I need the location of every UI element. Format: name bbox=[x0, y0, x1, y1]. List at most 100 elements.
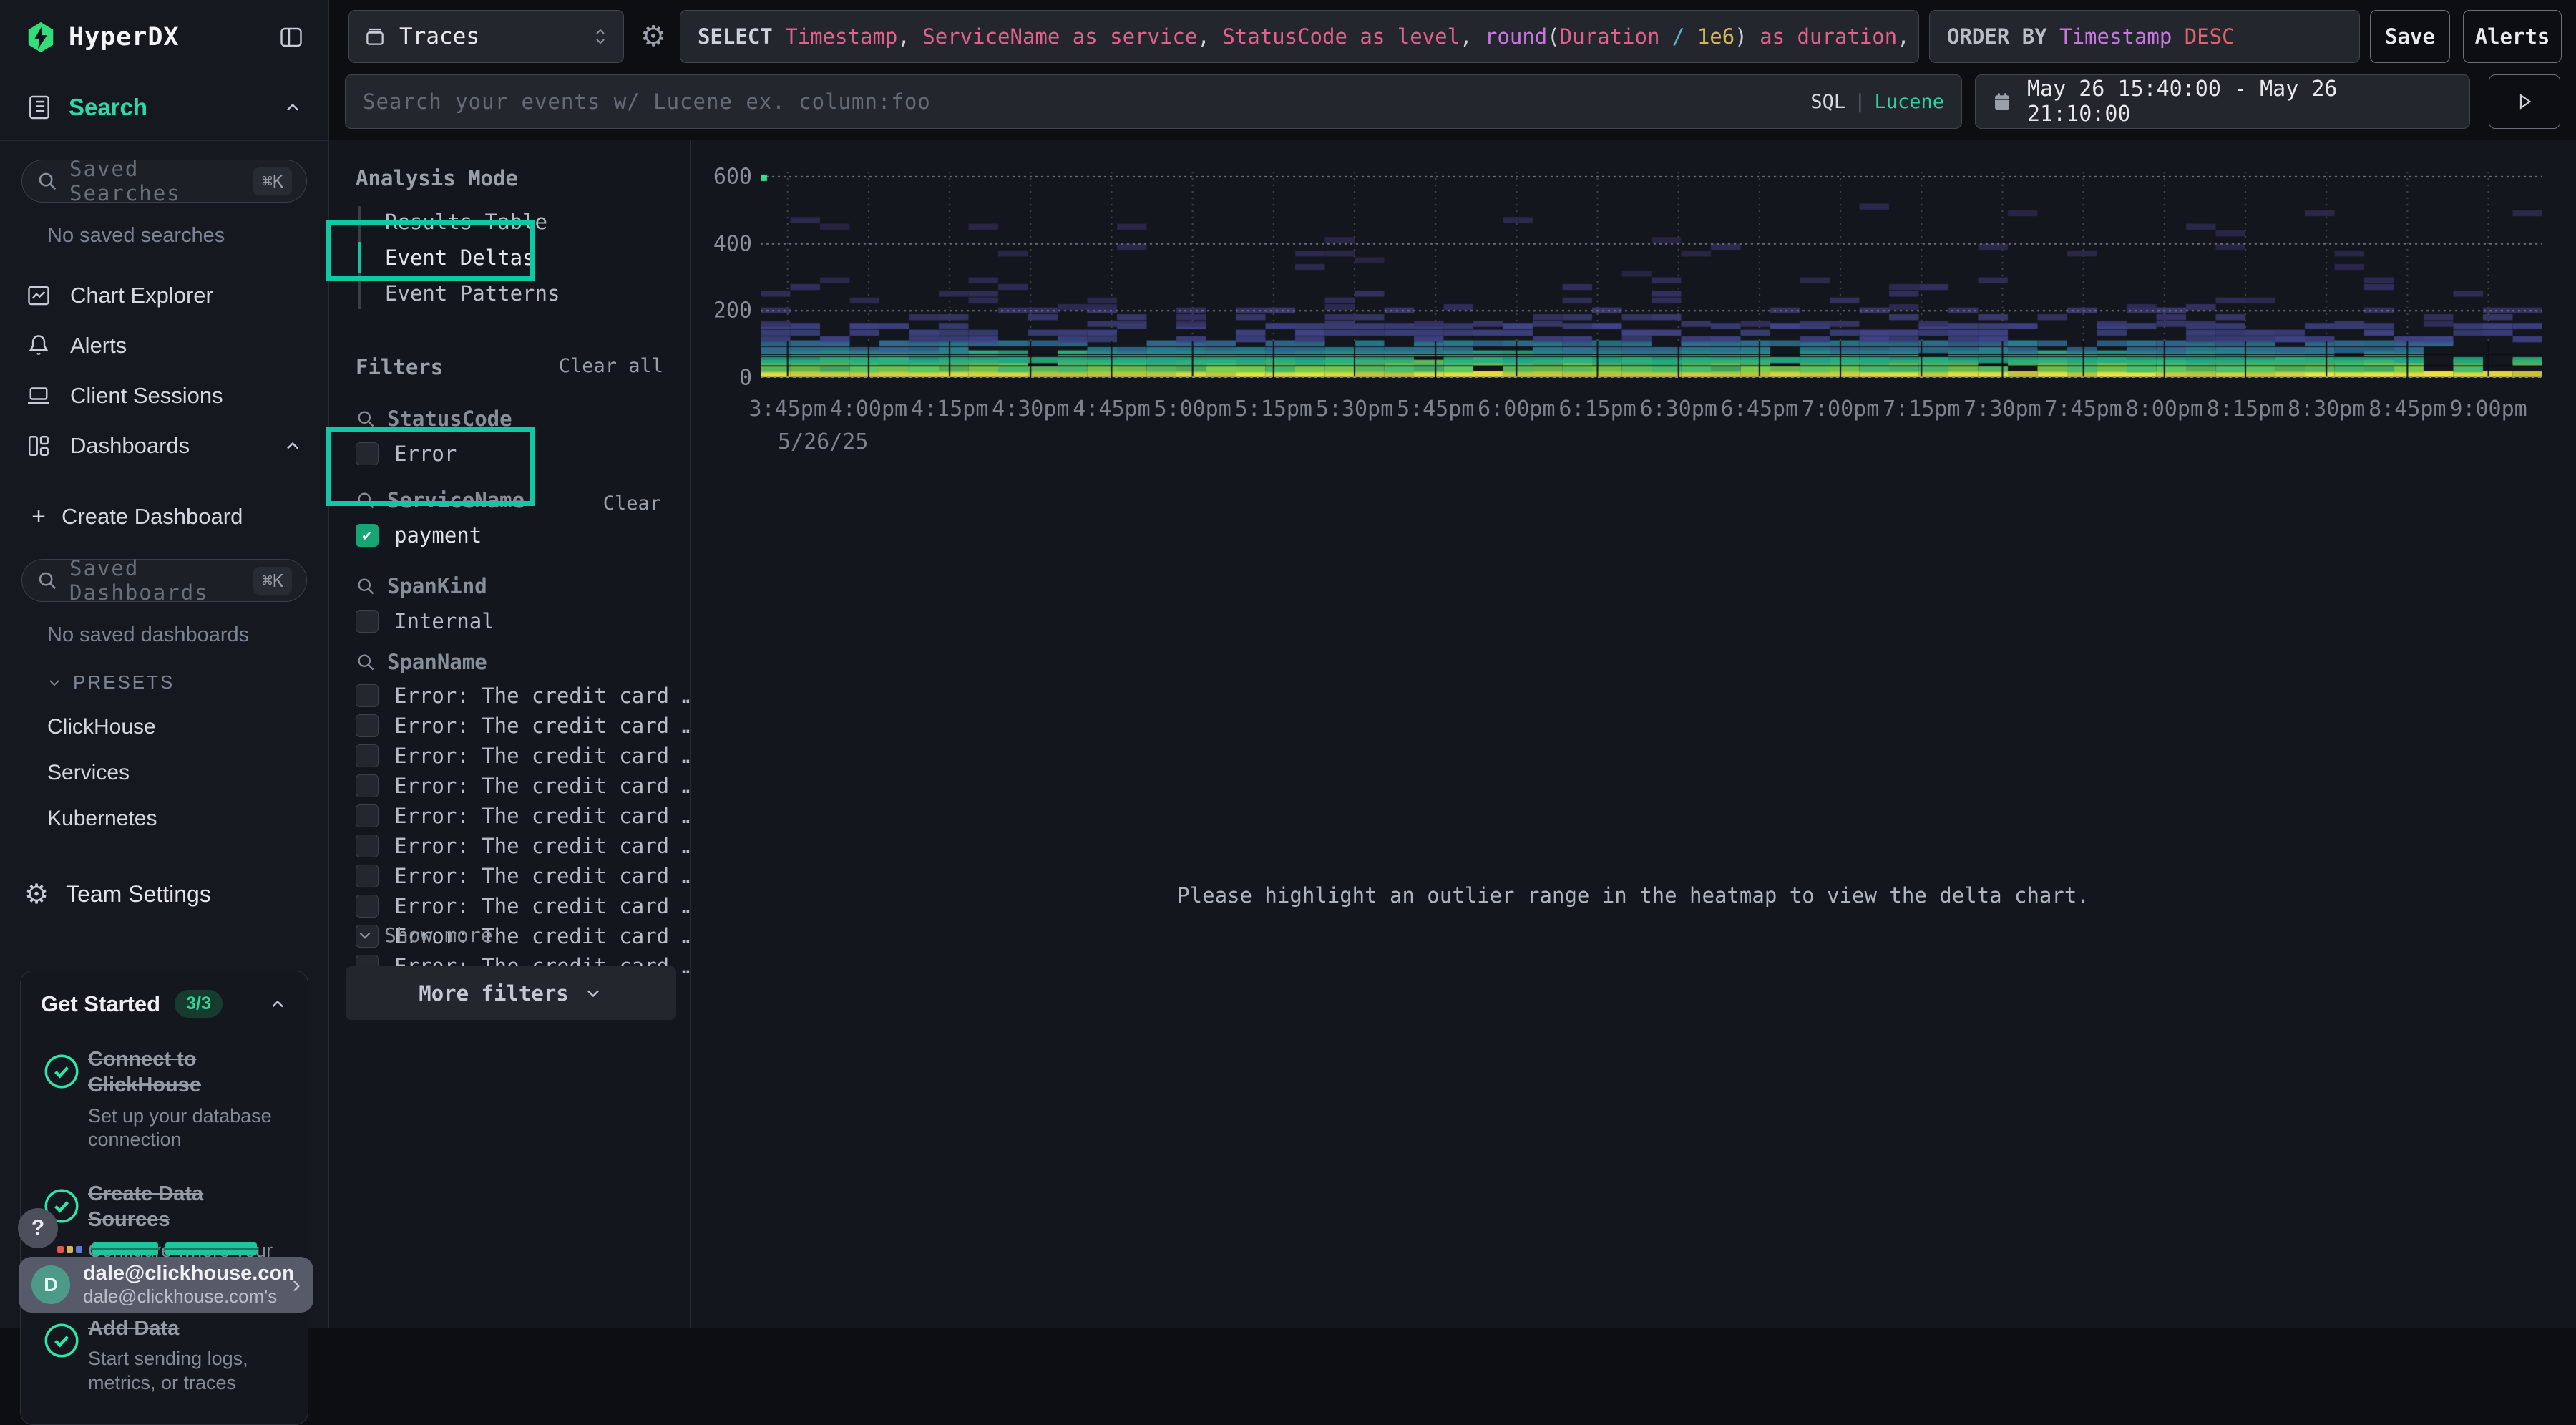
preset-clickhouse[interactable]: ClickHouse bbox=[47, 715, 328, 739]
gear-icon: ⚙ bbox=[24, 878, 49, 910]
filter-option-spanname[interactable]: Error: The credit card … bbox=[356, 862, 694, 890]
duration-heatmap[interactable] bbox=[761, 172, 2542, 378]
sql-token: , bbox=[897, 24, 922, 49]
get-started-item-title: Add Data bbox=[88, 1315, 288, 1341]
get-started-item-title: Create Data Sources bbox=[88, 1181, 288, 1233]
presets-toggle[interactable]: PRESETS bbox=[46, 671, 328, 694]
x-tick-label: 5:45pm bbox=[1397, 397, 1474, 422]
clear-all-link[interactable]: Clear all bbox=[559, 355, 663, 379]
sidebar-item-client-sessions[interactable]: Client Sessions bbox=[0, 372, 328, 419]
sidebar-item-chart-explorer[interactable]: Chart Explorer bbox=[0, 272, 328, 319]
search-icon[interactable] bbox=[356, 576, 376, 596]
x-tick-label: 5:30pm bbox=[1316, 397, 1393, 422]
filter-option-spanname[interactable]: Error: The credit card … bbox=[356, 681, 694, 710]
x-tick-label: 6:30pm bbox=[1640, 397, 1717, 422]
user-menu[interactable]: D dale@clickhouse.com dale@clickhouse.co… bbox=[19, 1257, 313, 1313]
save-button[interactable]: Save bbox=[2370, 10, 2450, 63]
no-saved-searches-text: No saved searches bbox=[47, 224, 328, 248]
hyperdx-logo-icon bbox=[24, 21, 57, 54]
mode-event-patterns[interactable]: Event Patterns bbox=[385, 278, 560, 309]
mode-lucene-toggle[interactable]: Lucene bbox=[1874, 91, 1944, 113]
alerts-button[interactable]: Alerts bbox=[2463, 10, 2562, 63]
shortcut-badge: ⌘K bbox=[253, 567, 292, 595]
sidebar-item-search[interactable]: Search bbox=[0, 74, 328, 140]
user-email: dale@clickhouse.com bbox=[83, 1262, 293, 1285]
filter-option-spanname[interactable]: Error: The credit card … bbox=[356, 892, 694, 920]
sidebar-item-alerts[interactable]: Alerts bbox=[0, 322, 328, 369]
sidebar-item-dashboards[interactable]: Dashboards bbox=[0, 422, 328, 470]
x-tick-label: 4:00pm bbox=[830, 397, 907, 422]
show-more-toggle[interactable]: Show more bbox=[356, 923, 493, 947]
checkbox-checked[interactable]: ✔ bbox=[356, 524, 379, 547]
sql-token: SELECT bbox=[698, 24, 785, 49]
x-tick-label: 7:45pm bbox=[2044, 397, 2122, 422]
filter-option-payment[interactable]: ✔ payment bbox=[356, 521, 482, 550]
get-started-item-desc: Set up your database connection bbox=[88, 1104, 288, 1153]
create-dashboard-button[interactable]: + Create Dashboard bbox=[0, 493, 328, 540]
checkbox-unchecked[interactable] bbox=[356, 610, 379, 633]
check-circle-icon bbox=[41, 1046, 88, 1152]
laptop-icon bbox=[26, 383, 52, 409]
get-started-items: Connect to ClickHouse Set up your databa… bbox=[41, 1046, 288, 1396]
preset-services[interactable]: Services bbox=[47, 761, 328, 785]
checkbox-unchecked[interactable] bbox=[356, 865, 379, 887]
checkbox-unchecked[interactable] bbox=[356, 744, 379, 767]
checkbox-unchecked[interactable] bbox=[356, 804, 379, 827]
saved-searches-input[interactable]: Saved Searches ⌘K bbox=[21, 160, 307, 203]
checkbox-unchecked[interactable] bbox=[356, 835, 379, 857]
filter-option-internal[interactable]: Internal bbox=[356, 607, 494, 636]
checkbox-unchecked[interactable] bbox=[356, 684, 379, 707]
more-filters-button[interactable]: More filters bbox=[346, 966, 676, 1020]
get-started-item[interactable]: Connect to ClickHouse Set up your databa… bbox=[41, 1046, 288, 1152]
filter-group-name: SpanName bbox=[387, 650, 487, 674]
get-started-item[interactable]: Add Data Start sending logs, metrics, or… bbox=[41, 1315, 288, 1396]
hidden-text-fragment bbox=[92, 1242, 158, 1255]
no-saved-dashboards-text: No saved dashboards bbox=[47, 623, 328, 647]
clear-servicename-link[interactable]: Clear bbox=[603, 492, 661, 515]
filter-option-spanname[interactable]: Error: The credit card … bbox=[356, 711, 694, 740]
source-select[interactable]: Traces bbox=[348, 10, 624, 63]
order-by-input[interactable]: ORDER BY Timestamp DESC bbox=[1929, 10, 2360, 63]
sql-token: round bbox=[1485, 24, 1547, 49]
lucene-search-input[interactable]: Search your events w/ Lucene ex. column:… bbox=[345, 74, 1962, 129]
filter-option-spanname[interactable]: Error: The credit card … bbox=[356, 832, 694, 860]
x-tick-label: 4:45pm bbox=[1073, 397, 1150, 422]
filter-option-spanname[interactable]: Error: The credit card … bbox=[356, 741, 694, 770]
time-range-picker[interactable]: May 26 15:40:00 - May 26 21:10:00 bbox=[1975, 74, 2470, 129]
nav-label: Client Sessions bbox=[70, 383, 223, 409]
filter-option-spanname[interactable]: Error: The credit card … bbox=[356, 772, 694, 800]
source-settings-gear-icon[interactable]: ⚙ bbox=[634, 10, 673, 63]
sql-token: / bbox=[1659, 24, 1697, 49]
sql-select-input[interactable]: SELECT Timestamp, ServiceName as service… bbox=[680, 10, 1919, 63]
chart-panel: 0200400600 3:45pm4:00pm4:15pm4:30pm4:45p… bbox=[691, 140, 2576, 1328]
sidebar-collapse-icon[interactable] bbox=[278, 24, 304, 50]
search-icon[interactable] bbox=[356, 409, 376, 429]
saved-dashboards-input[interactable]: Saved Dashboards ⌘K bbox=[21, 559, 307, 602]
checkbox-unchecked[interactable] bbox=[356, 774, 379, 797]
sql-token: as duration bbox=[1747, 24, 1898, 49]
search-icon[interactable] bbox=[356, 652, 376, 672]
chevron-up-icon[interactable] bbox=[268, 994, 288, 1014]
search-icon bbox=[36, 170, 58, 192]
annotation-box-event-deltas bbox=[326, 220, 535, 281]
checkbox-unchecked[interactable] bbox=[356, 895, 379, 918]
hidden-checklist-item bbox=[57, 1242, 257, 1255]
check-circle-icon bbox=[41, 1315, 88, 1396]
filter-option-spanname[interactable]: Error: The credit card … bbox=[356, 802, 694, 830]
chevron-up-icon[interactable] bbox=[283, 97, 303, 117]
progress-badge: 3/3 bbox=[175, 990, 223, 1018]
help-button[interactable]: ? bbox=[18, 1208, 58, 1248]
chevron-up-icon[interactable] bbox=[283, 436, 303, 456]
chevron-right-icon: › bbox=[293, 1271, 301, 1299]
hidden-text-fragment bbox=[165, 1242, 257, 1255]
x-tick-label: 6:00pm bbox=[1478, 397, 1555, 422]
mode-sql-toggle[interactable]: SQL bbox=[1810, 91, 1845, 113]
sidebar-item-team-settings[interactable]: ⚙ Team Settings bbox=[0, 878, 328, 910]
run-query-button[interactable] bbox=[2489, 74, 2560, 129]
confetti-icon bbox=[76, 1246, 82, 1253]
x-axis-date-label: 5/26/25 bbox=[778, 429, 868, 454]
annotation-box-servicename bbox=[326, 427, 535, 506]
checkbox-unchecked[interactable] bbox=[356, 714, 379, 737]
preset-kubernetes[interactable]: Kubernetes bbox=[47, 807, 328, 831]
search-journal-icon bbox=[26, 94, 53, 121]
